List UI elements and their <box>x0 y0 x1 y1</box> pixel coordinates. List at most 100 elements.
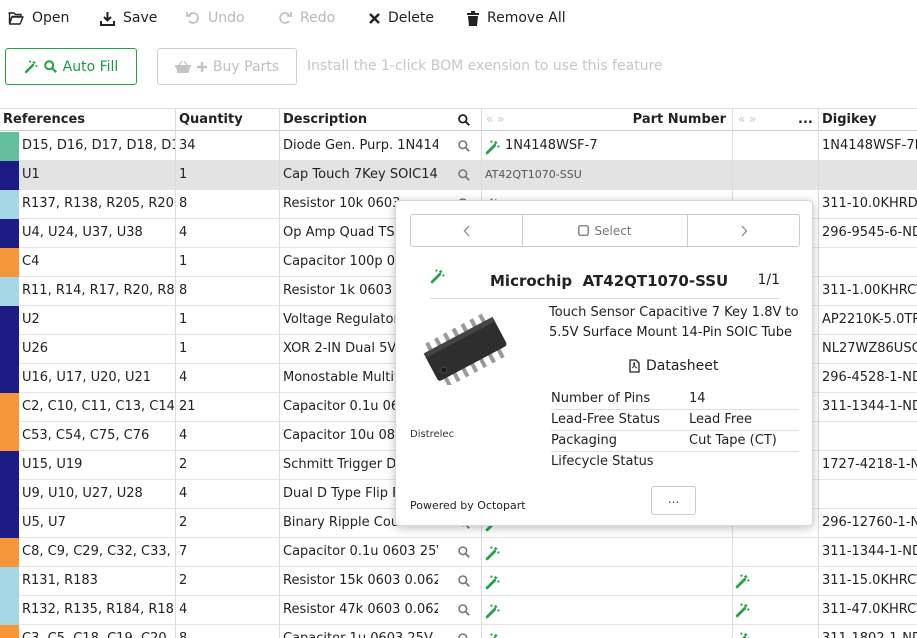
next-button[interactable] <box>688 215 799 246</box>
digikey-cell[interactable] <box>819 161 917 190</box>
digikey-cell[interactable]: 311-1344-1-ND <box>819 393 917 422</box>
quantity-cell[interactable]: 4 <box>176 596 279 625</box>
table-row[interactable]: R131, R183 2 Resistor 15k 0603 0.0625 311-1… <box>0 567 917 596</box>
datasheet-link[interactable]: Datasheet <box>629 358 718 374</box>
description-cell[interactable]: Diode Gen. Purp. 1N4148 <box>280 132 438 161</box>
magic-wand-icon[interactable] <box>485 544 500 567</box>
quantity-cell[interactable]: 1 <box>176 306 279 335</box>
quantity-cell[interactable]: 7 <box>176 538 279 567</box>
digikey-cell[interactable]: 311-1.00KHRCT- <box>819 277 917 306</box>
search-icon[interactable] <box>458 140 470 156</box>
quantity-cell[interactable]: 21 <box>176 393 279 422</box>
table-row[interactable]: U1 1 Cap Touch 7Key SOIC14 AT42QT1070-SSU <box>0 161 917 190</box>
magic-wand-icon[interactable] <box>485 602 500 625</box>
magic-wand-icon[interactable] <box>735 603 750 622</box>
digikey-cell[interactable]: NL27WZ86USG0 <box>819 335 917 364</box>
references-cell[interactable]: U15, U19 <box>19 451 175 480</box>
references-cell[interactable]: C3, C5, C18, C19, C20, C <box>19 625 175 638</box>
digikey-cell[interactable] <box>819 480 917 509</box>
quantity-cell[interactable]: 2 <box>176 567 279 596</box>
references-cell[interactable]: U2 <box>19 306 175 335</box>
digikey-cell[interactable]: 311-1344-1-ND <box>819 538 917 567</box>
search-icon[interactable] <box>458 604 470 620</box>
digikey-cell[interactable]: 1727-4218-1-ND <box>819 451 917 480</box>
header-references[interactable]: References <box>0 109 175 131</box>
digikey-cell[interactable]: 1N4148WSF-7D <box>819 132 917 161</box>
part-number-cell[interactable]: 1N4148WSF-7 <box>482 132 732 161</box>
references-cell[interactable]: C8, C9, C29, C32, C33, C <box>19 538 175 567</box>
quantity-cell[interactable]: 8 <box>176 625 279 638</box>
description-cell[interactable]: Capacitor 0.1u 0603 25V <box>280 538 438 567</box>
digikey-cell[interactable]: 311-10.0KHRDK <box>819 190 917 219</box>
search-icon[interactable] <box>458 169 470 185</box>
header-description[interactable]: Description <box>280 109 450 131</box>
quantity-cell[interactable]: 4 <box>176 480 279 509</box>
description-cell[interactable]: Capacitor 1u 0603 25V 1 <box>280 625 438 638</box>
references-cell[interactable]: U26 <box>19 335 175 364</box>
table-row[interactable]: R132, R135, R184, R187 4 Resistor 47k 0603… <box>0 596 917 625</box>
references-cell[interactable]: U9, U10, U27, U28 <box>19 480 175 509</box>
digikey-cell[interactable] <box>819 248 917 277</box>
table-row[interactable]: C3, C5, C18, C19, C20, C8Capacitor 1u 06… <box>0 625 917 638</box>
prev-button[interactable] <box>411 215 522 246</box>
magic-wand-icon[interactable] <box>485 631 500 638</box>
header-nav-arrows-icon-2[interactable]: « » <box>738 109 757 131</box>
references-cell[interactable]: U16, U17, U20, U21 <box>19 364 175 393</box>
quantity-cell[interactable]: 8 <box>176 277 279 306</box>
part-number-cell[interactable] <box>482 596 732 625</box>
magic-wand-icon[interactable] <box>485 138 500 161</box>
quantity-cell[interactable]: 8 <box>176 190 279 219</box>
remove-all-button[interactable]: Remove All <box>467 7 566 29</box>
magic-wand-icon[interactable] <box>485 573 500 596</box>
references-cell[interactable]: U5, U7 <box>19 509 175 538</box>
digikey-cell[interactable]: 296-4528-1-ND <box>819 364 917 393</box>
search-icon[interactable] <box>458 575 470 591</box>
table-row[interactable]: C8, C9, C29, C32, C33, C 7 Capacitor 0.1u … <box>0 538 917 567</box>
quantity-cell[interactable]: 1 <box>176 335 279 364</box>
description-cell[interactable]: Resistor 15k 0603 0.0625 <box>280 567 438 596</box>
digikey-cell[interactable] <box>819 422 917 451</box>
quantity-cell[interactable]: 2 <box>176 509 279 538</box>
header-extra[interactable]: ... <box>795 109 817 131</box>
header-digikey[interactable]: Digikey <box>819 109 917 131</box>
magic-wand-icon[interactable] <box>735 632 750 638</box>
quantity-cell[interactable]: 1 <box>176 161 279 190</box>
quantity-cell[interactable]: 2 <box>176 451 279 480</box>
select-button[interactable]: Select <box>523 215 687 246</box>
quantity-cell[interactable]: 4 <box>176 219 279 248</box>
save-button[interactable]: Save <box>100 7 157 29</box>
digikey-cell[interactable]: 311-47.0KHRCT- <box>819 596 917 625</box>
table-row[interactable]: D15, D16, D17, D18, D19 34 Diode Gen. Purp… <box>0 132 917 161</box>
header-quantity[interactable]: Quantity <box>176 109 279 131</box>
quantity-cell[interactable]: 1 <box>176 248 279 277</box>
digikey-cell[interactable]: 311-1802-1-ND <box>819 625 917 638</box>
references-cell[interactable]: U4, U24, U37, U38 <box>19 219 175 248</box>
references-cell[interactable]: R131, R183 <box>19 567 175 596</box>
part-number-cell[interactable] <box>482 567 732 596</box>
digikey-cell[interactable]: AP2210K-5.0TRG <box>819 306 917 335</box>
digikey-cell[interactable]: 296-9545-6-ND <box>819 219 917 248</box>
references-cell[interactable]: C4 <box>19 248 175 277</box>
auto-fill-button[interactable]: Auto Fill <box>5 48 137 85</box>
digikey-cell[interactable]: 311-15.0KHRCT- <box>819 567 917 596</box>
delete-button[interactable]: Delete <box>369 7 434 29</box>
search-icon[interactable] <box>458 633 470 638</box>
header-search-icon[interactable] <box>458 114 470 126</box>
buy-parts-button[interactable]: Buy Parts <box>157 48 297 85</box>
header-nav-arrows-icon[interactable]: « » <box>486 109 505 131</box>
redo-button[interactable]: Redo <box>278 7 335 29</box>
references-cell[interactable]: U1 <box>19 161 175 190</box>
header-part-number[interactable]: Part Number <box>600 109 730 131</box>
references-cell[interactable]: R132, R135, R184, R187 <box>19 596 175 625</box>
search-icon[interactable] <box>458 546 470 562</box>
description-cell[interactable]: Resistor 47k 0603 0.0625 <box>280 596 438 625</box>
references-cell[interactable]: C2, C10, C11, C13, C14, <box>19 393 175 422</box>
digikey-cell[interactable]: 296-12760-1-ND <box>819 509 917 538</box>
open-button[interactable]: Open <box>8 7 69 29</box>
references-cell[interactable]: R11, R14, R17, R20, R82 <box>19 277 175 306</box>
quantity-cell[interactable]: 4 <box>176 422 279 451</box>
description-cell[interactable]: Cap Touch 7Key SOIC14 <box>280 161 438 190</box>
quantity-cell[interactable]: 4 <box>176 364 279 393</box>
magic-wand-icon[interactable] <box>735 574 750 593</box>
references-cell[interactable]: C53, C54, C75, C76 <box>19 422 175 451</box>
